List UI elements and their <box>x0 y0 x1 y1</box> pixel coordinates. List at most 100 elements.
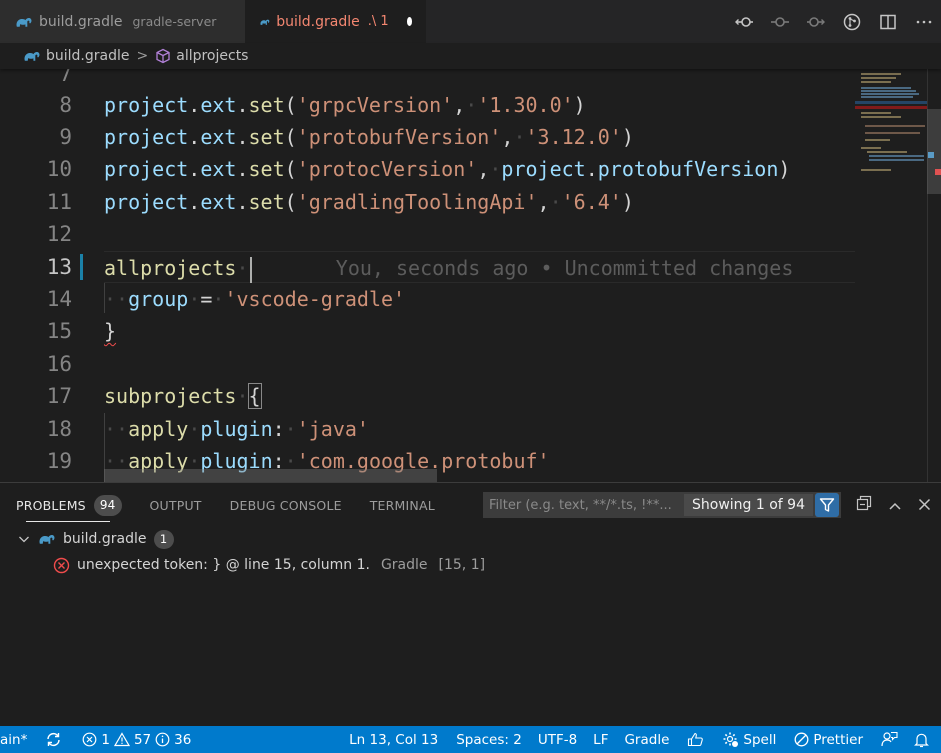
problem-item[interactable]: unexpected token: } @ line 15, column 1.… <box>53 554 485 576</box>
line-number: 10 <box>46 157 72 181</box>
close-panel-icon[interactable] <box>918 496 931 515</box>
status-cursor-position[interactable]: Ln 13, Col 13 <box>341 726 446 753</box>
minimap-line <box>861 73 901 75</box>
error-squiggle[interactable]: } <box>104 319 116 343</box>
line-number: 15 <box>46 319 72 343</box>
problems-file-row[interactable]: build.gradle 1 <box>18 528 174 550</box>
minimap-line <box>865 132 920 134</box>
chevron-down-icon <box>19 536 29 543</box>
minimap-line <box>861 87 911 89</box>
scrollbar-error-marker <box>935 169 941 175</box>
minimap-line <box>865 139 890 141</box>
editor-actions <box>733 0 935 43</box>
spell-label: Spell <box>743 731 777 748</box>
minimap-line <box>861 77 896 79</box>
minimap-line <box>865 125 925 127</box>
line-number: 12 <box>46 222 72 246</box>
line-number: 18 <box>46 417 72 441</box>
split-editor-icon[interactable] <box>877 11 899 33</box>
vertical-scrollbar[interactable] <box>927 69 941 482</box>
problems-filter: Showing 1 of 94 <box>483 492 841 518</box>
code-line: } <box>104 315 116 347</box>
tab-bar: build.gradle gradle-server build.gradle … <box>0 0 941 43</box>
gear-icon <box>723 732 739 747</box>
line-number: 14 <box>46 287 72 311</box>
tab-build-gradle-server[interactable]: build.gradle gradle-server <box>0 0 245 43</box>
filter-icon[interactable] <box>815 493 839 517</box>
collapse-all-icon[interactable] <box>856 495 872 515</box>
tab-output-label: OUTPUT <box>149 497 202 513</box>
bell-icon <box>914 733 929 747</box>
status-feedback[interactable] <box>677 726 714 753</box>
line-number: 8 <box>59 93 72 117</box>
minimap-line <box>869 159 924 161</box>
error-count: 1 <box>101 731 110 748</box>
git-previous-change-icon[interactable] <box>733 11 755 33</box>
status-branch[interactable]: ain* <box>0 726 35 753</box>
problem-position: [15, 1] <box>438 557 486 573</box>
problems-filter-input[interactable] <box>483 497 684 513</box>
warning-icon <box>113 732 130 747</box>
code-line: project.ext.set('protocVersion',·project… <box>104 157 791 181</box>
code-line-current: allprojects· You, seconds ago • Uncommit… <box>104 251 857 283</box>
maximize-panel-icon[interactable] <box>888 496 902 515</box>
code-editor[interactable]: 7 8 9 10 11 12 13 14 15 16 17 18 19 proj… <box>0 69 941 482</box>
tab-build-gradle-active[interactable]: build.gradle .\ 1 <box>245 0 426 43</box>
line-number-gutter: 7 8 9 10 11 12 13 14 15 16 17 18 19 <box>0 69 100 482</box>
status-language[interactable]: Gradle <box>616 726 677 753</box>
tab-label: build.gradle <box>276 13 360 30</box>
tab-problems[interactable]: PROBLEMS 94 <box>16 483 122 527</box>
tab-description: .\ 1 <box>367 14 389 29</box>
git-compare-icon[interactable] <box>841 11 863 33</box>
symbol-module-icon <box>156 48 170 64</box>
tab-terminal-label: TERMINAL <box>369 497 435 513</box>
bottom-panel: PROBLEMS 94 OUTPUT DEBUG CONSOLE TERMINA… <box>0 482 941 726</box>
breadcrumb-file[interactable]: build.gradle <box>46 48 130 64</box>
minimap-line <box>861 90 916 92</box>
line-number-current: 13 <box>46 255 72 279</box>
minimap-error-line <box>855 106 927 109</box>
minimap-line <box>861 112 891 114</box>
git-change-icon[interactable] <box>769 11 791 33</box>
prohibited-icon <box>794 732 809 747</box>
minimap-line <box>861 96 913 98</box>
line-number: 7 <box>59 69 72 86</box>
status-problems[interactable]: 1 57 36 <box>72 726 199 753</box>
status-encoding[interactable]: UTF-8 <box>530 726 585 753</box>
matched-bracket: { <box>247 383 262 409</box>
status-eol[interactable]: LF <box>585 726 616 753</box>
git-next-change-icon[interactable] <box>805 11 827 33</box>
indentation: Spaces: 2 <box>456 731 522 748</box>
minimap[interactable] <box>855 69 927 482</box>
tab-terminal[interactable]: TERMINAL <box>370 483 435 527</box>
panel-tabs: PROBLEMS 94 OUTPUT DEBUG CONSOLE TERMINA… <box>16 483 435 527</box>
status-indentation[interactable]: Spaces: 2 <box>446 726 530 753</box>
status-spell[interactable]: Spell <box>714 726 784 753</box>
minimap-line <box>869 155 924 157</box>
gradle-elephant-icon <box>22 49 41 63</box>
line-number: 11 <box>46 190 72 214</box>
breadcrumb-symbol[interactable]: allprojects <box>176 48 248 64</box>
line-number: 9 <box>59 125 72 149</box>
git-modified-indicator[interactable] <box>80 254 83 280</box>
encoding: UTF-8 <box>537 731 578 748</box>
tab-output[interactable]: OUTPUT <box>150 483 202 527</box>
status-prettier[interactable]: Prettier <box>784 726 871 753</box>
tab-debug-console[interactable]: DEBUG CONSOLE <box>230 483 342 527</box>
minimap-line <box>861 116 901 118</box>
horizontal-scrollbar[interactable] <box>104 469 437 482</box>
code-line: project.ext.set('gradlingToolingApi',·'6… <box>104 190 634 214</box>
panel-actions <box>856 492 931 518</box>
tab-problems-label: PROBLEMS <box>16 497 86 513</box>
status-notifications[interactable] <box>908 726 941 753</box>
status-sync[interactable] <box>35 726 72 753</box>
file-problem-count-badge: 1 <box>153 529 174 549</box>
more-actions-icon[interactable] <box>913 11 935 33</box>
problems-count-badge: 94 <box>93 494 122 516</box>
accounts-feedback-icon <box>881 731 898 747</box>
minimap-line <box>861 169 891 171</box>
status-live-share[interactable] <box>871 726 908 753</box>
minimap-current-line <box>855 101 927 104</box>
line-number: 19 <box>46 449 72 473</box>
unsaved-dot-icon[interactable] <box>406 17 412 26</box>
